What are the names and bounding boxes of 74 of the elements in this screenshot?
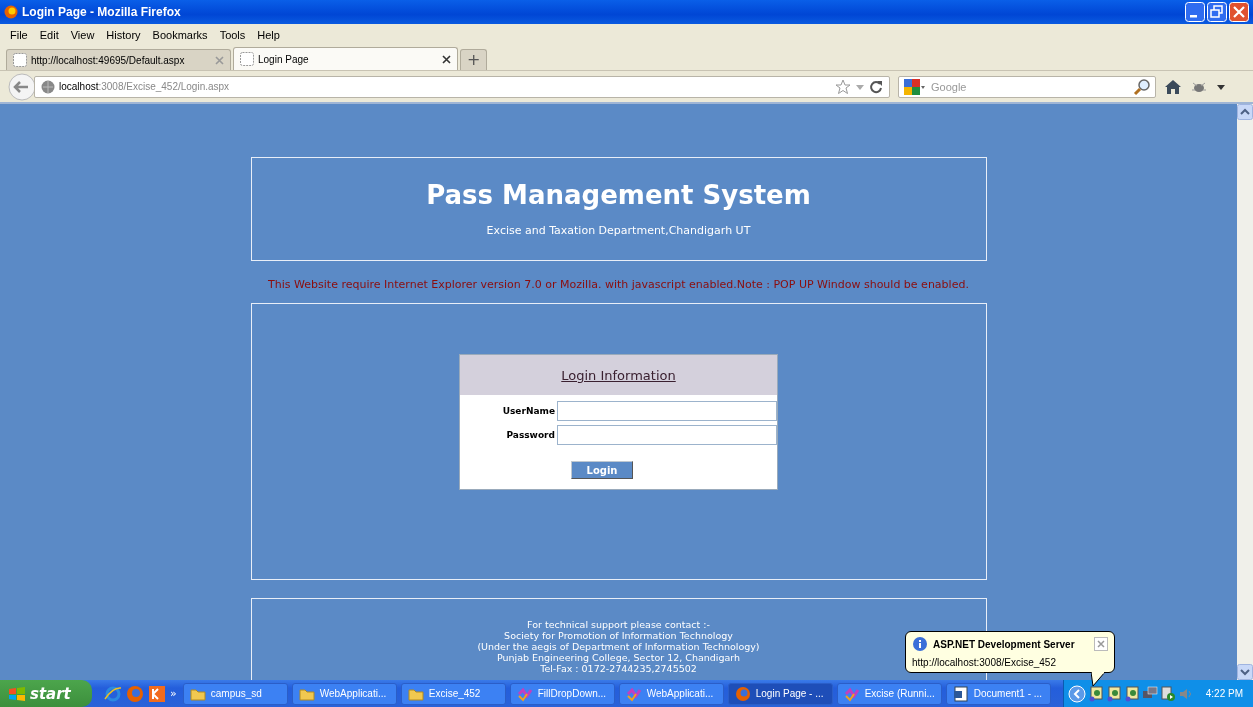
search-icon[interactable] xyxy=(1133,77,1151,96)
footer-text: For technical support please contact :- xyxy=(527,619,710,630)
google-icon[interactable] xyxy=(903,77,925,96)
input-field[interactable] xyxy=(557,425,777,445)
clock: 4:22 PM xyxy=(1205,688,1243,699)
new-tab-button[interactable]: + xyxy=(460,49,488,70)
page-subtitle: Excise and Taxation Department,Chandigarh UT xyxy=(486,224,751,237)
menu-item[interactable]: View xyxy=(64,29,101,41)
fox-icon xyxy=(4,5,18,19)
back-icon[interactable] xyxy=(8,72,36,101)
reload-icon[interactable] xyxy=(869,79,883,94)
infinity-icon xyxy=(843,685,860,702)
tab-label: http://localhost:49695/Default.aspx xyxy=(31,54,186,66)
browser-tab[interactable]: Login Page xyxy=(233,47,458,70)
field-label: Password xyxy=(505,430,555,440)
restore-icon[interactable] xyxy=(1207,2,1227,22)
windows-logo-icon xyxy=(8,685,26,702)
app-icon[interactable] xyxy=(148,684,166,703)
browser-tab[interactable]: http://localhost:49695/Default.aspx xyxy=(6,49,231,70)
login-heading: Login Information xyxy=(460,355,777,395)
home-icon[interactable] xyxy=(1164,77,1182,96)
taskbar-button[interactable]: Excise_452 xyxy=(400,682,506,705)
menu-item[interactable]: Help xyxy=(251,29,286,41)
info-icon xyxy=(912,636,928,652)
fox-icon xyxy=(734,685,751,702)
server-icon[interactable] xyxy=(1105,685,1122,702)
menu-item[interactable]: Tools xyxy=(213,29,252,41)
more-button[interactable]: » xyxy=(170,687,177,700)
play-icon[interactable] xyxy=(1159,685,1176,702)
login-button[interactable]: Login xyxy=(571,461,633,479)
taskbar-button[interactable]: Document1 - ... xyxy=(945,682,1051,705)
taskbar-button[interactable]: campus_sd xyxy=(182,682,288,705)
taskbar-button[interactable]: FillDropDown... xyxy=(509,682,615,705)
footer-text: Society for Promotion of Information Technology xyxy=(504,630,733,641)
address-bar[interactable]: localhost:3008/Excise_452/Login.aspx xyxy=(34,75,890,98)
page-icon xyxy=(240,52,254,66)
browser-notice: This Website require Internet Explorer version 7.0 or Mozilla. with javascript enabled.Note : POP UP Window should be enabled. xyxy=(268,278,969,291)
window-title: Login Page - Mozilla Firefox xyxy=(22,5,182,19)
menu-item[interactable]: File xyxy=(4,29,34,41)
document-icon xyxy=(952,685,969,702)
notification-url: http://localhost:3008/Excise_452 xyxy=(912,657,1057,668)
taskbar-button[interactable]: Login Page - ... xyxy=(727,682,833,705)
search-placeholder: Google xyxy=(931,80,967,93)
footer-text: (Under the aegis of Department of Information Technology) xyxy=(477,641,760,652)
close-icon[interactable] xyxy=(442,54,451,64)
infinity-icon xyxy=(516,685,533,702)
infinity-icon xyxy=(625,685,642,702)
address-text: localhost:3008/Excise_452/Login.aspx xyxy=(59,81,230,92)
start-button[interactable]: start xyxy=(0,680,92,707)
server-icon[interactable] xyxy=(1123,685,1140,702)
chevron-left-icon[interactable] xyxy=(1067,684,1086,703)
menu-item[interactable]: Bookmarks xyxy=(146,29,214,41)
footer-text: Tel-Fax : 0172-2744235,2745502 xyxy=(540,663,697,674)
input-field[interactable] xyxy=(557,401,777,421)
tab-label: Login Page xyxy=(258,53,310,65)
scroll-down-icon[interactable] xyxy=(1237,664,1253,680)
search-field[interactable]: Google xyxy=(898,75,1156,98)
scroll-up-icon[interactable] xyxy=(1237,104,1253,120)
notification-title: ASP.NET Development Server xyxy=(933,638,1076,650)
scrollbar[interactable] xyxy=(1237,104,1253,680)
server-icon[interactable] xyxy=(1087,685,1104,702)
menu-item[interactable]: Edit xyxy=(33,29,65,41)
page-icon xyxy=(13,53,27,67)
star-icon[interactable] xyxy=(835,78,851,95)
menu-item[interactable]: History xyxy=(100,29,147,41)
footer-text: Punjab Engineering College, Sector 12, Chandigarh xyxy=(496,652,741,663)
taskbar-button[interactable]: WebApplicati... xyxy=(291,682,397,705)
globe-icon xyxy=(41,79,55,94)
taskbar-button[interactable]: WebApplicati... xyxy=(618,682,724,705)
taskbar-button[interactable]: Excise (Runni... xyxy=(836,682,942,705)
field-label: UserName xyxy=(501,406,555,416)
minimize-icon[interactable] xyxy=(1185,2,1205,22)
page-title: Pass Management System xyxy=(426,180,811,210)
globe-e-icon[interactable] xyxy=(104,684,122,703)
